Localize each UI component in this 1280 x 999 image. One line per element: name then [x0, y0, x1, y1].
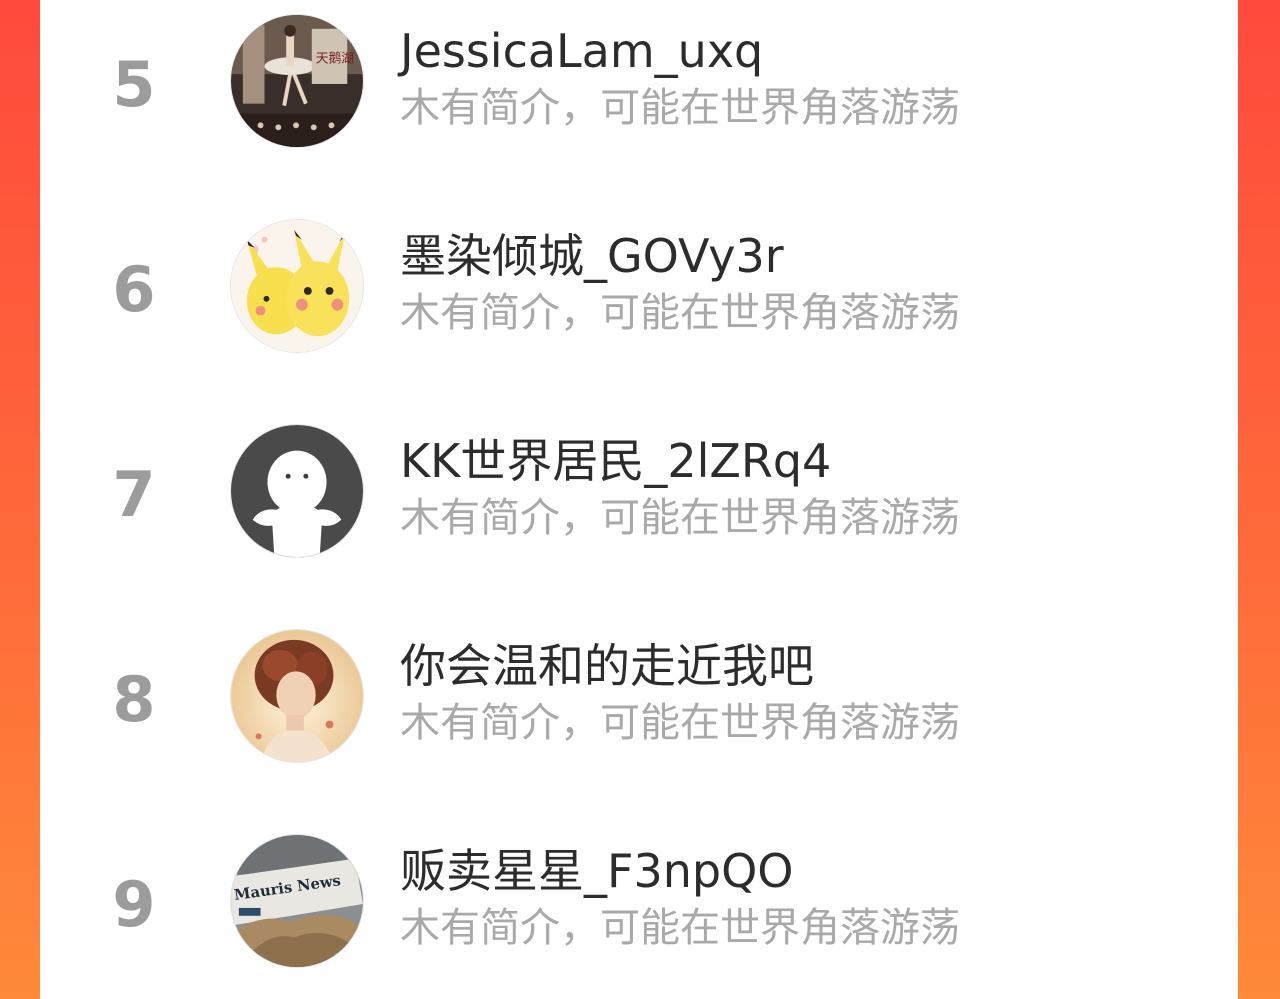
user-name[interactable]: KK世界居民_2lZRq4: [400, 438, 831, 484]
rank-number: 6: [112, 253, 156, 326]
page-background: 5 天鹅湖 JessicaLam_uxq 木有简介，可能在世界角落游荡 6 墨染…: [0, 0, 1280, 999]
default-user-icon: [231, 425, 363, 557]
avatar[interactable]: 天鹅湖: [230, 14, 364, 148]
avatar[interactable]: [230, 629, 364, 763]
user-bio: 木有简介，可能在世界角落游荡: [400, 700, 960, 746]
avatar[interactable]: Mauris News: [230, 834, 364, 968]
newspaper-sand-icon: Mauris News: [231, 835, 363, 967]
user-name[interactable]: JessicaLam_uxq: [400, 28, 763, 74]
pikachu-icon: [231, 220, 363, 352]
user-bio: 木有简介，可能在世界角落游荡: [400, 290, 960, 336]
ranking-list: 5 天鹅湖 JessicaLam_uxq 木有简介，可能在世界角落游荡 6 墨染…: [40, 0, 1238, 999]
avatar[interactable]: [230, 219, 364, 353]
poster-title: 天鹅湖: [316, 50, 354, 66]
user-name[interactable]: 你会温和的走近我吧: [400, 643, 814, 689]
user-name[interactable]: 墨染倾城_GOVy3r: [400, 233, 784, 279]
user-bio: 木有简介，可能在世界角落游荡: [400, 85, 960, 131]
list-item[interactable]: 8 你会温和的走近我吧 木有简介，可能在世界角落游荡: [40, 621, 1238, 771]
rank-number: 5: [112, 48, 156, 121]
rank-number: 8: [112, 663, 156, 736]
ballet-poster-icon: 天鹅湖: [231, 15, 363, 147]
painted-girl-icon: [231, 630, 363, 762]
rank-number: 7: [112, 458, 156, 531]
list-item[interactable]: 7 KK世界居民_2lZRq4 木有简介，可能在世界角落游荡: [40, 416, 1238, 566]
user-bio: 木有简介，可能在世界角落游荡: [400, 495, 960, 541]
user-name[interactable]: 贩卖星星_F3npQO: [400, 848, 794, 894]
avatar[interactable]: [230, 424, 364, 558]
list-item[interactable]: 9 Mauris News 贩卖星星_F3npQO 木有简介，可能在世界角落游荡: [40, 826, 1238, 976]
list-item[interactable]: 6 墨染倾城_GOVy3r 木有简介，可能在世界角落游荡: [40, 211, 1238, 361]
rank-number: 9: [112, 868, 156, 941]
user-bio: 木有简介，可能在世界角落游荡: [400, 905, 960, 951]
list-item[interactable]: 5 天鹅湖 JessicaLam_uxq 木有简介，可能在世界角落游荡: [40, 6, 1238, 156]
